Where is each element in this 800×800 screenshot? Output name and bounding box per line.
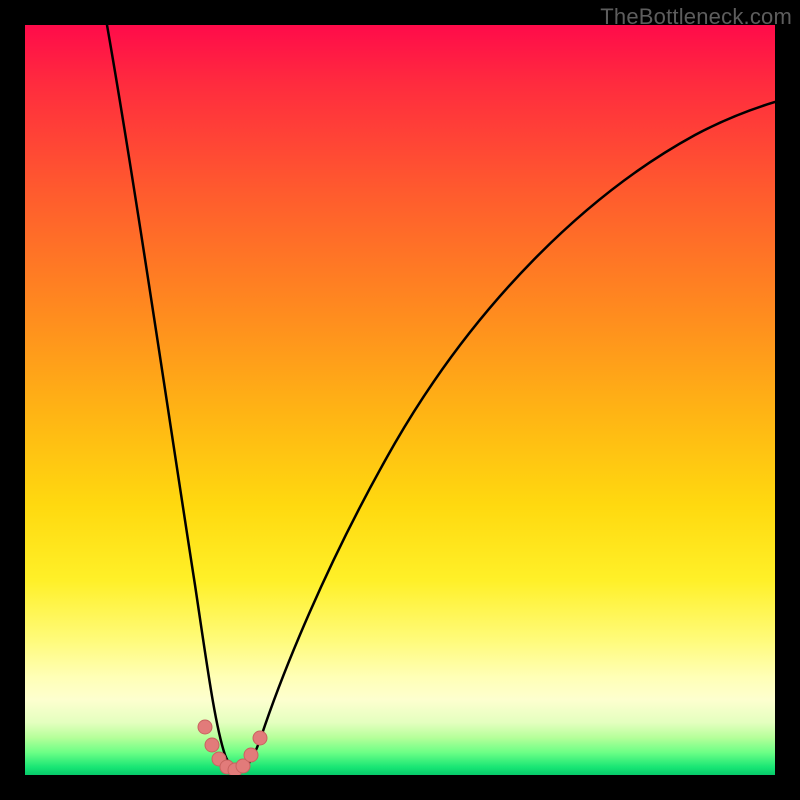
watermark-text: TheBottleneck.com	[600, 4, 792, 30]
plot-area	[25, 25, 775, 775]
valley-dots	[198, 720, 267, 775]
chart-frame: TheBottleneck.com	[0, 0, 800, 800]
curve-overlay	[25, 25, 775, 775]
bottleneck-curve	[107, 25, 775, 770]
